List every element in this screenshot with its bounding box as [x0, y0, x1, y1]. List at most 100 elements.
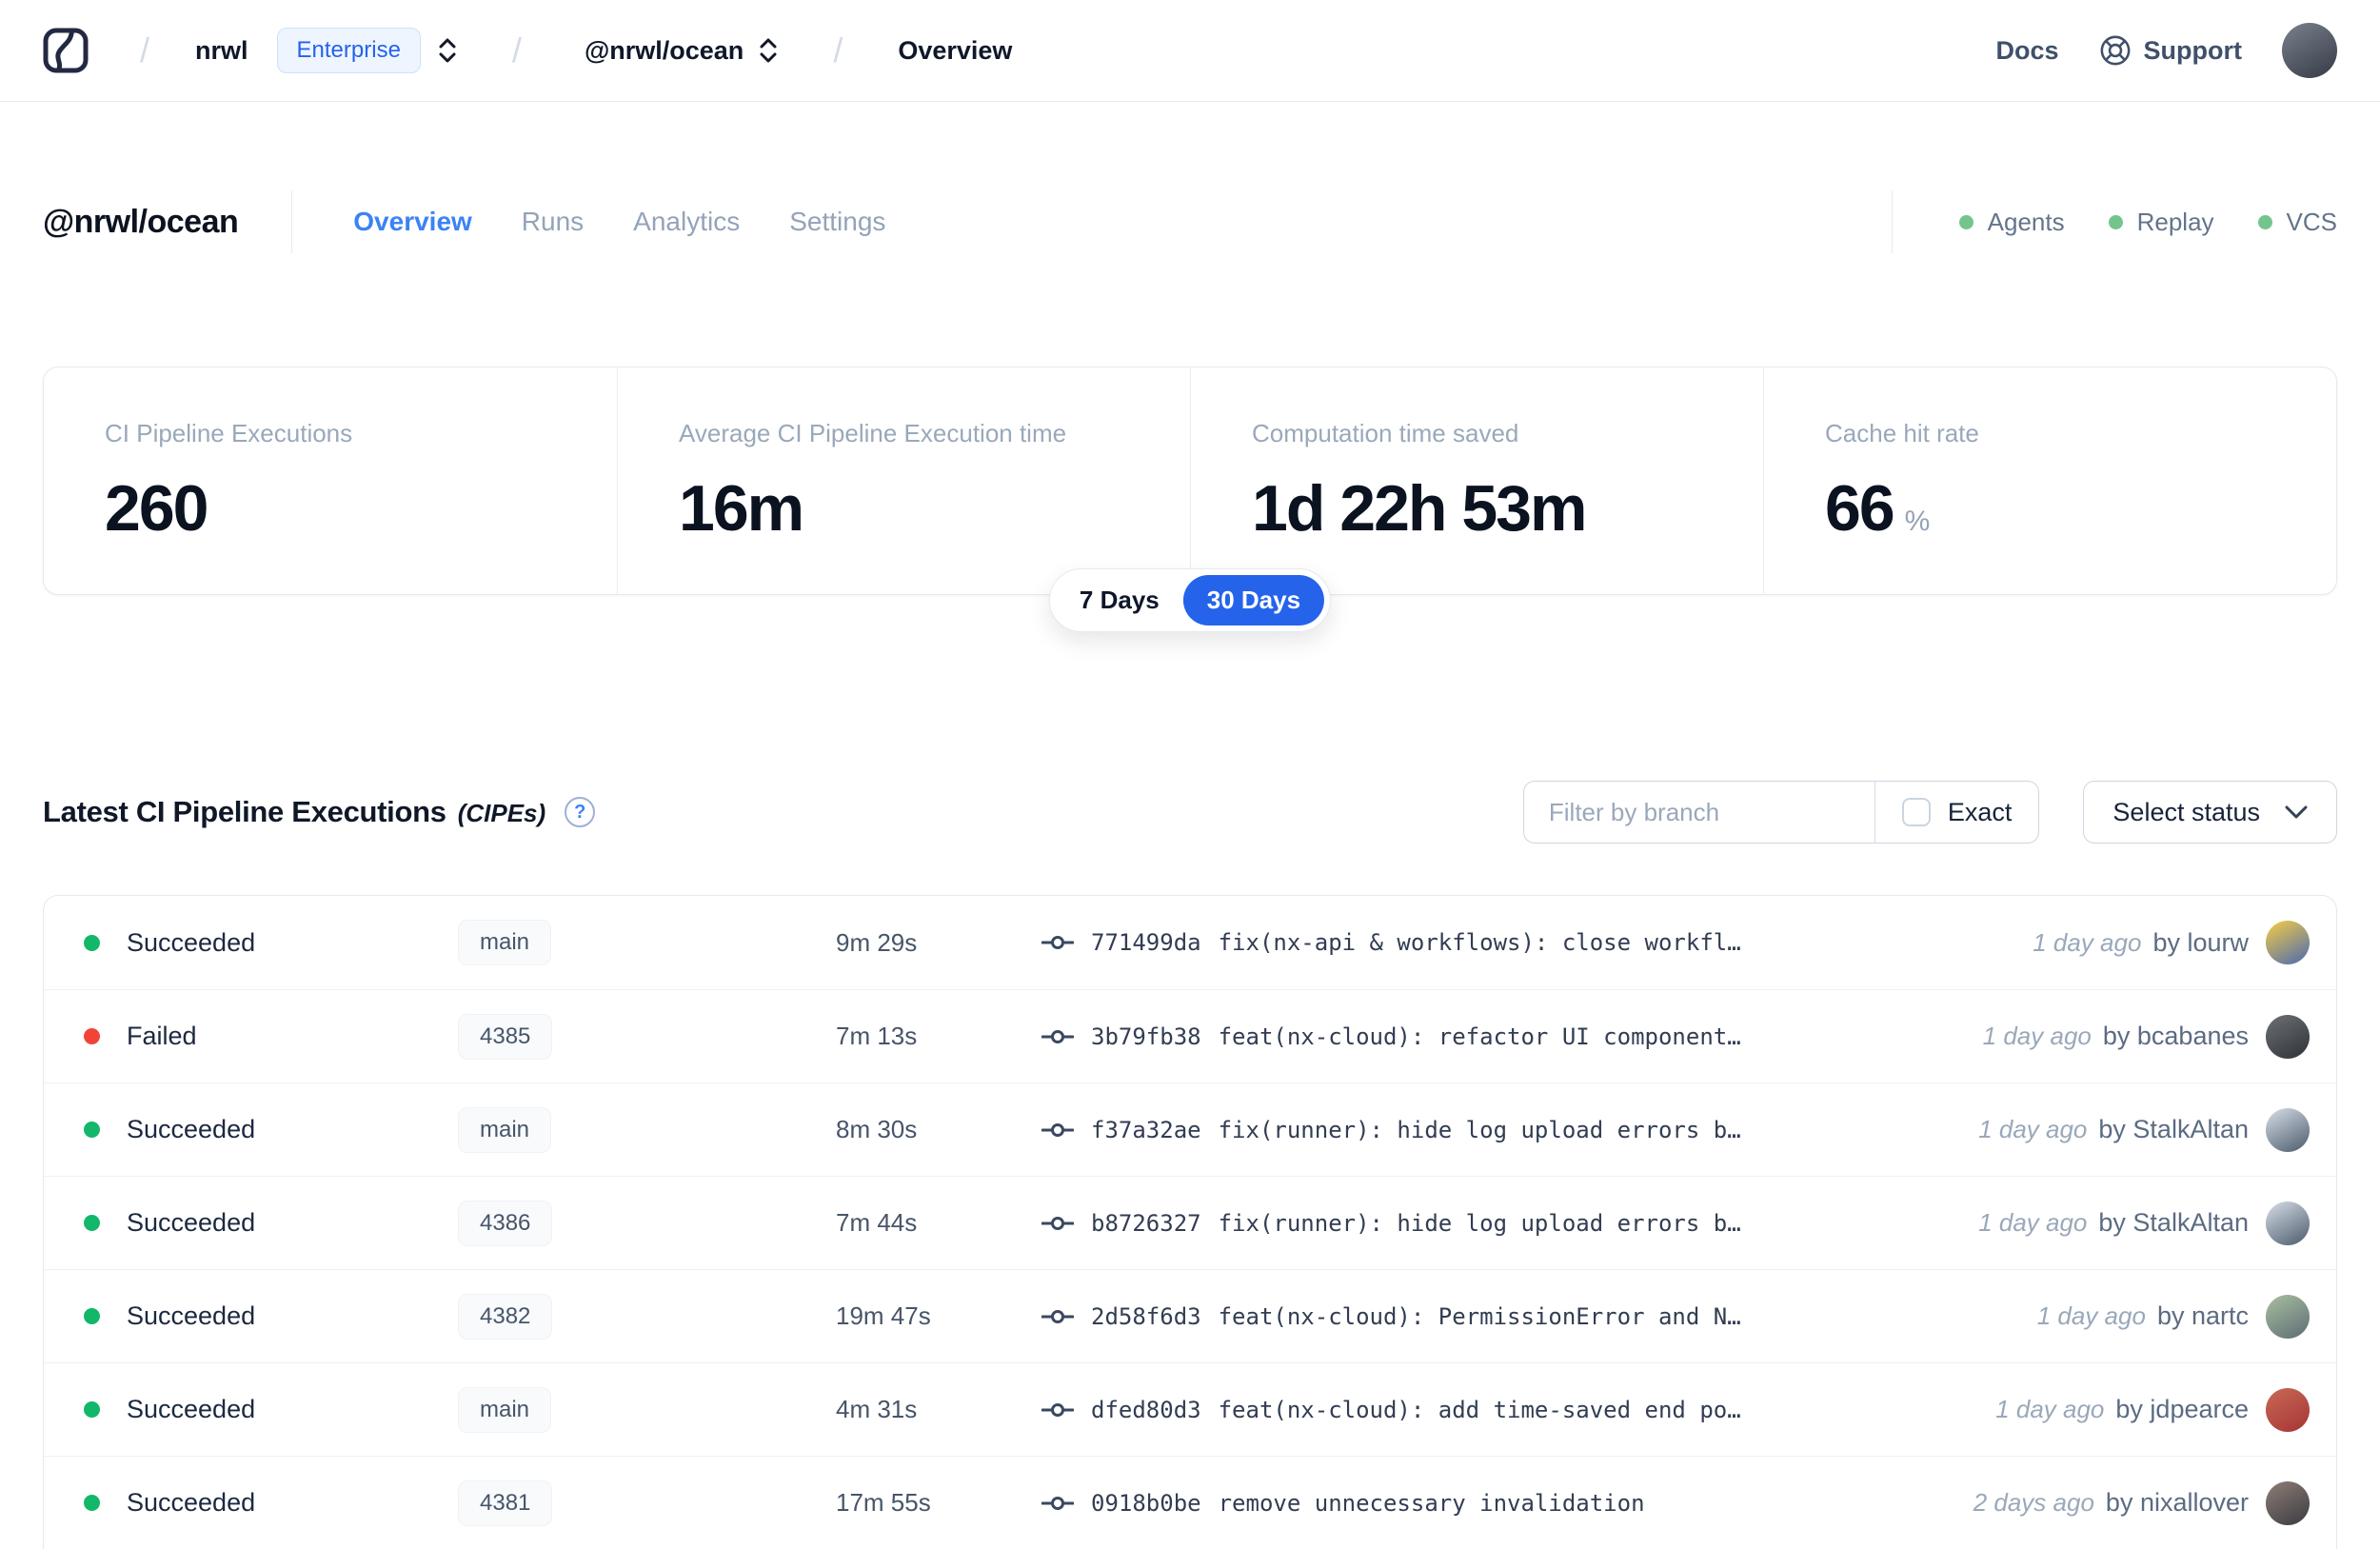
author: by jdpearce — [2115, 1395, 2249, 1423]
duration: 9m 29s — [836, 927, 918, 957]
stat-label: Computation time saved — [1252, 419, 1519, 447]
navbar-actions: Docs Support — [1995, 23, 2337, 78]
stat-computation-time-saved: Computation time saved 1d 22h 53m — [1190, 367, 1763, 594]
tab-overview[interactable]: Overview — [353, 207, 472, 237]
cipe-row[interactable]: Succeeded 4382 19m 47s 2d58f6d3 feat(nx-… — [44, 1269, 2336, 1362]
duration: 8m 30s — [836, 1115, 918, 1143]
author-avatar — [2266, 1294, 2310, 1339]
author-avatar — [2266, 1480, 2310, 1525]
status-ok-dot-icon — [1958, 214, 1973, 229]
legend-item-agents[interactable]: Agents — [1958, 208, 2065, 237]
cipe-row[interactable]: Succeeded main 8m 30s f37a32ae fix(runne… — [44, 1082, 2336, 1176]
exact-label[interactable]: Exact — [1948, 798, 2013, 827]
status-ok-dot-icon — [2257, 214, 2272, 229]
commit-message: remove unnecessary invalidation — [1218, 1489, 1645, 1517]
time-ago: 1 day ago — [1995, 1395, 2105, 1423]
legend-item-vcs[interactable]: VCS — [2257, 207, 2337, 237]
exact-checkbox[interactable] — [1901, 798, 1931, 826]
time-ago: 1 day ago — [2033, 927, 2142, 957]
divider — [1891, 190, 1893, 253]
stat-label: CI Pipeline Executions — [105, 419, 353, 447]
git-commit-icon — [1041, 1309, 1074, 1323]
tab-runs[interactable]: Runs — [522, 207, 584, 237]
author: by bcabanes — [2102, 1022, 2249, 1050]
git-commit-icon — [1041, 1402, 1074, 1417]
duration: 7m 44s — [836, 1208, 918, 1237]
enterprise-badge[interactable]: Enterprise — [276, 28, 421, 73]
range-toggle-option[interactable]: 7 Days — [1056, 575, 1183, 626]
branch-filter-group: Exact — [1522, 781, 2040, 844]
status-dot — [84, 1122, 100, 1138]
author-avatar — [2266, 1387, 2310, 1432]
status-label: Succeeded — [127, 1395, 256, 1423]
stat-cache-hit-rate: Cache hit rate 66 % — [1763, 367, 2336, 594]
status-label: Succeeded — [127, 1208, 256, 1237]
stat-value: 1d 22h 53m — [1252, 472, 1587, 545]
top-navbar: / nrwl Enterprise / @nrwl/ocean / Overvi… — [0, 0, 2380, 102]
branch-badge: 4381 — [458, 1479, 553, 1526]
cipe-row[interactable]: Succeeded main 4m 31s dfed80d3 feat(nx-c… — [44, 1362, 2336, 1456]
status-dot — [84, 1308, 100, 1324]
stat-value: 16m — [679, 472, 804, 545]
git-commit-icon — [1041, 936, 1074, 949]
commit-hash: b8726327 — [1091, 1209, 1201, 1237]
duration: 17m 55s — [836, 1488, 931, 1517]
status-dot — [84, 1495, 100, 1511]
status-label: Failed — [127, 1022, 197, 1050]
cipe-row[interactable]: Succeeded main 9m 29s 771499da fix(nx-ap… — [44, 896, 2336, 989]
branch-badge: 4385 — [458, 1013, 553, 1060]
nx-logo-icon[interactable] — [43, 28, 89, 73]
org-name[interactable]: nrwl — [195, 36, 248, 66]
select-status-dropdown[interactable]: Select status — [2083, 781, 2337, 844]
commit-hash: 771499da — [1091, 929, 1201, 956]
org-selector-chevron-icon[interactable] — [436, 35, 459, 66]
workspace-tabs: Overview Runs Analytics Settings — [353, 207, 885, 237]
commit-hash: 0918b0be — [1091, 1489, 1201, 1517]
time-ago: 1 day ago — [2036, 1301, 2146, 1330]
author-avatar — [2266, 1201, 2310, 1245]
stat-label: Cache hit rate — [1825, 419, 1979, 447]
stat-label: Average CI Pipeline Execution time — [679, 419, 1067, 447]
current-page-name[interactable]: Overview — [898, 36, 1012, 66]
breadcrumb-separator: / — [140, 30, 150, 70]
git-commit-icon — [1041, 1496, 1074, 1510]
range-toggle-option[interactable]: 30 Days — [1182, 575, 1325, 626]
stat-ci-pipeline-executions: CI Pipeline Executions 260 — [44, 367, 617, 594]
legend-label: Replay — [2136, 207, 2214, 236]
author: by lourw — [2152, 927, 2249, 957]
chevron-down-icon — [2285, 805, 2308, 819]
branch-filter-input[interactable] — [1523, 782, 1874, 843]
commit-message: fix(nx-api & workflows): close workfl… — [1218, 929, 1741, 956]
duration: 4m 31s — [836, 1395, 918, 1423]
section-title-suffix: (CIPEs) — [457, 799, 546, 827]
commit-hash: 3b79fb38 — [1091, 1023, 1201, 1050]
workspace-header: @nrwl/ocean Overview Runs Analytics Sett… — [0, 102, 2380, 253]
status-dot — [84, 1401, 100, 1418]
support-link[interactable]: Support — [2099, 34, 2242, 67]
time-ago: 1 day ago — [1982, 1022, 2092, 1050]
tab-analytics[interactable]: Analytics — [633, 207, 740, 237]
page-title: @nrwl/ocean — [43, 203, 239, 240]
exact-match-toggle: Exact — [1874, 782, 2039, 843]
help-icon[interactable]: ? — [565, 797, 596, 827]
support-label: Support — [2143, 35, 2242, 65]
docs-link[interactable]: Docs — [1995, 36, 2058, 66]
cipe-row[interactable]: Succeeded 4381 17m 55s 0918b0be remove u… — [44, 1456, 2336, 1549]
branch-badge: main — [458, 1386, 552, 1433]
author: by StalkAltan — [2098, 1115, 2249, 1143]
commit-hash: 2d58f6d3 — [1091, 1302, 1201, 1330]
workspace-selector-chevron-icon[interactable] — [757, 35, 780, 66]
stat-value: 66 % — [1825, 471, 2317, 546]
time-ago: 1 day ago — [1978, 1208, 2088, 1237]
legend-item-replay[interactable]: Replay — [2108, 207, 2214, 237]
tab-settings[interactable]: Settings — [789, 207, 885, 237]
legend-label: VCS — [2286, 207, 2337, 236]
user-avatar[interactable] — [2282, 23, 2337, 78]
workspace-name[interactable]: @nrwl/ocean — [585, 36, 744, 66]
time-ago: 2 days ago — [1973, 1488, 2094, 1517]
cipe-row[interactable]: Failed 4385 7m 13s 3b79fb38 feat(nx-clou… — [44, 989, 2336, 1082]
stat-unit: % — [1904, 506, 1931, 537]
status-label: Succeeded — [127, 1115, 256, 1143]
section-title: Latest CI Pipeline Executions — [43, 795, 446, 828]
cipe-row[interactable]: Succeeded 4386 7m 44s b8726327 fix(runne… — [44, 1176, 2336, 1269]
